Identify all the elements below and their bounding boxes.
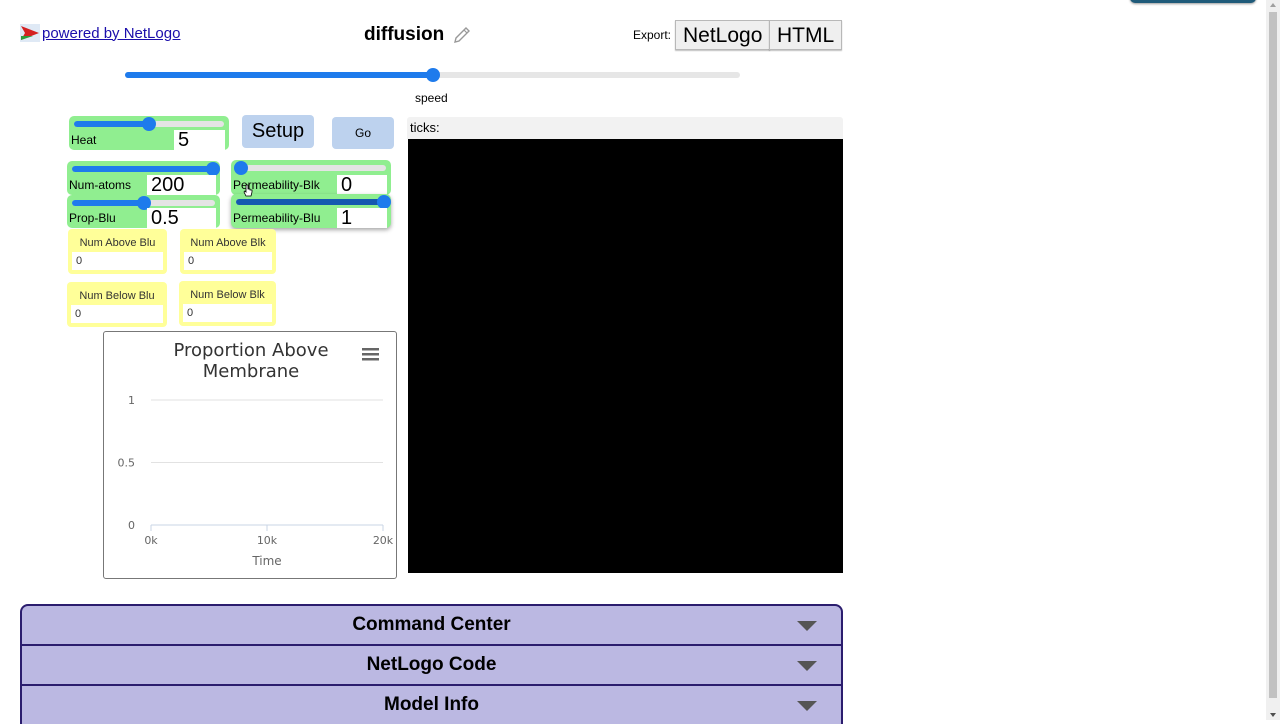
plot-x-tick-label: 0k xyxy=(144,534,158,547)
num-atoms-slider[interactable]: Num-atoms 200 xyxy=(67,161,220,195)
ticks-label: ticks: xyxy=(410,120,440,135)
plot-x-axis-label: Time xyxy=(251,554,281,568)
heat-slider-thumb[interactable] xyxy=(142,117,156,131)
permeability-blk-slider-thumb[interactable] xyxy=(234,161,248,175)
world-view[interactable] xyxy=(408,139,843,573)
tab-netlogo-code[interactable]: NetLogo Code xyxy=(20,644,843,684)
permeability-blk-slider[interactable]: Permeability-Blk 0 xyxy=(231,160,391,195)
plot-title-line-1: Proportion Above xyxy=(173,340,328,361)
export-label: Export: xyxy=(633,28,672,42)
permeability-blk-slider-track[interactable] xyxy=(236,165,386,171)
monitor-label: Num Above Blu xyxy=(79,237,156,249)
monitor-label: Num Below Blu xyxy=(79,290,155,302)
plot-y-tick-label: 0 xyxy=(128,519,135,532)
plot-proportion-above-membrane: Proportion Above Membrane 0 0.5 1 0k 10k 20k … xyxy=(103,331,397,579)
heat-label: Heat xyxy=(71,133,97,147)
heat-value[interactable]: 5 xyxy=(174,130,225,150)
monitor-value: 0 xyxy=(71,305,163,323)
export-html-button[interactable]: HTML xyxy=(769,20,843,50)
top-right-button[interactable] xyxy=(1130,0,1256,3)
monitor-label: Num Above Blk xyxy=(190,237,266,249)
model-title: diffusion xyxy=(364,24,472,46)
plot-menu-icon[interactable] xyxy=(362,348,379,361)
heat-slider[interactable]: Heat 5 xyxy=(69,116,229,150)
num-atoms-slider-fill xyxy=(72,166,215,172)
plot-y-tick-label: 0.5 xyxy=(118,457,136,470)
tab-label: Model Info xyxy=(384,694,479,715)
model-title-text: diffusion xyxy=(364,24,445,45)
speed-slider-thumb[interactable] xyxy=(425,68,440,82)
tab-label: Command Center xyxy=(352,614,511,635)
monitor-num-above-blk: Num Above Blk 0 xyxy=(180,229,276,274)
export-netlogo-button[interactable]: NetLogo xyxy=(675,20,771,50)
prop-blu-value[interactable]: 0.5 xyxy=(147,208,216,228)
hand-cursor-icon xyxy=(243,184,253,197)
permeability-blu-slider-fill xyxy=(236,199,386,205)
plot-title-line-2: Membrane xyxy=(203,361,299,382)
permeability-blu-slider[interactable]: Permeability-Blu 1 xyxy=(231,194,391,228)
edit-pencil-icon[interactable] xyxy=(452,25,472,45)
chevron-down-icon xyxy=(797,621,817,631)
monitor-value: 0 xyxy=(183,304,272,322)
prop-blu-slider-fill xyxy=(72,200,144,206)
heat-slider-fill xyxy=(74,121,149,127)
plot-y-tick-label: 1 xyxy=(128,394,135,407)
tab-label: NetLogo Code xyxy=(366,654,497,675)
prop-blu-slider[interactable]: Prop-Blu 0.5 xyxy=(67,195,220,228)
monitor-num-below-blu: Num Below Blu 0 xyxy=(67,282,167,327)
speed-label: speed xyxy=(415,91,448,105)
monitor-num-below-blk: Num Below Blk 0 xyxy=(179,281,276,326)
plot-x-tick-label: 10k xyxy=(257,534,278,547)
permeability-blu-slider-thumb[interactable] xyxy=(377,195,391,209)
speed-slider-fill xyxy=(125,72,433,78)
monitor-value: 0 xyxy=(72,252,163,270)
view-ticks-header: ticks: xyxy=(407,117,843,139)
setup-button[interactable]: Setup xyxy=(242,115,314,148)
plot-canvas: Proportion Above Membrane 00.510k 10k 20k … xyxy=(118,340,394,568)
tab-command-center[interactable]: Command Center xyxy=(20,604,843,644)
monitor-num-above-blu: Num Above Blu 0 xyxy=(68,229,167,274)
powered-by-netlogo-link[interactable]: powered by NetLogo xyxy=(20,24,180,42)
num-atoms-value[interactable]: 200 xyxy=(147,175,216,195)
monitor-value: 0 xyxy=(184,252,272,270)
num-atoms-slider-thumb[interactable] xyxy=(206,162,220,176)
chevron-down-icon xyxy=(797,661,817,671)
tab-model-info[interactable]: Model Info xyxy=(20,684,843,724)
chevron-down-icon xyxy=(797,701,817,711)
scroll-thumb[interactable] xyxy=(1269,12,1277,698)
permeability-blk-value[interactable]: 0 xyxy=(337,175,387,195)
page-scrollbar[interactable] xyxy=(1266,0,1280,720)
netlogo-logo-icon xyxy=(20,24,40,42)
monitor-label: Num Below Blk xyxy=(190,289,265,301)
go-button[interactable]: Go xyxy=(332,117,394,149)
permeability-blu-value[interactable]: 1 xyxy=(337,208,387,228)
plot-x-tick-label: 20k xyxy=(373,534,394,547)
scroll-up-arrow-icon[interactable] xyxy=(1270,3,1276,7)
powered-by-text: powered by NetLogo xyxy=(42,24,181,42)
prop-blu-label: Prop-Blu xyxy=(69,211,116,225)
go-label: Go xyxy=(354,126,371,140)
setup-label: Setup xyxy=(251,120,305,142)
scroll-down-arrow-icon[interactable] xyxy=(1270,713,1276,717)
num-atoms-label: Num-atoms xyxy=(69,178,132,192)
permeability-blu-label: Permeability-Blu xyxy=(233,211,321,225)
